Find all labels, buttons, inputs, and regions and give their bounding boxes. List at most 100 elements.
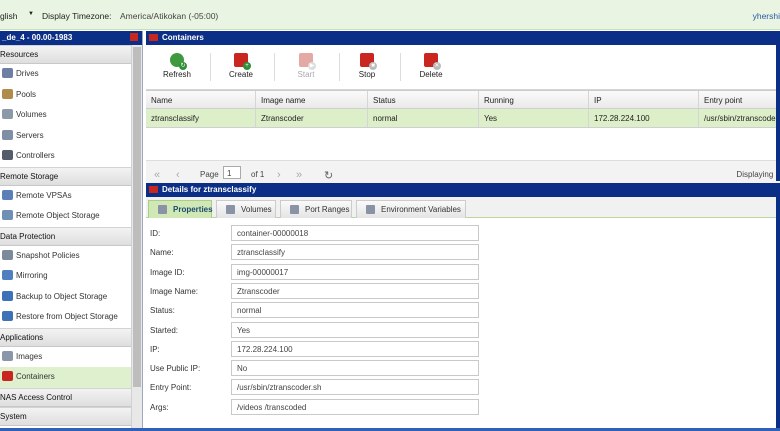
nav-item[interactable]: Mirroring (0, 266, 131, 287)
delete-button[interactable]: ✕ Delete (406, 53, 456, 79)
top-bar: glish ▼ Display Timezone: America/Atikok… (0, 0, 780, 30)
column-header[interactable]: Image name (256, 91, 368, 108)
remote-vpsa-icon (2, 189, 13, 200)
nav-item[interactable]: Controllers (0, 146, 131, 167)
property-value-field[interactable]: normal (231, 302, 479, 319)
property-label: Args: (150, 402, 169, 412)
right-edge-bar-lower (776, 183, 780, 428)
property-value-field[interactable]: Ztranscoder (231, 282, 479, 299)
prev-page-icon[interactable]: ‹ (176, 169, 180, 181)
stop-button[interactable]: ■ Stop (342, 53, 392, 79)
nav-item[interactable]: Drives (0, 64, 131, 85)
details-title: Details for ztransclassify (162, 185, 257, 194)
collapse-icon[interactable] (130, 33, 138, 41)
table-cell: /usr/sbin/ztranscoder.s (699, 109, 780, 127)
nav-scrollbar[interactable] (131, 45, 142, 431)
nav-item[interactable]: Restore from Object Storage (0, 307, 131, 328)
nav-item[interactable]: Pools (0, 85, 131, 106)
property-value-field[interactable]: Yes (231, 321, 479, 338)
nav-item[interactable]: Remote Object Storage (0, 206, 131, 227)
property-value-field[interactable]: /videos /transcoded (231, 398, 479, 415)
tab-environment-variables[interactable]: Environment Variables (356, 200, 466, 218)
create-icon: + (234, 53, 251, 70)
vpsa-name: _de_4 - 00.00-1983 (2, 33, 73, 42)
containers-panel: Containers ↻ Refresh + Create ▶ Start ■ Stop ✕ De… (146, 31, 780, 188)
user-link[interactable]: yhershi (753, 11, 780, 21)
containers-title: Containers (162, 33, 204, 42)
refresh-grid-icon[interactable]: ↻ (324, 169, 333, 182)
nav-section-header[interactable]: Resources (0, 45, 131, 64)
table-cell: Ztranscoder (256, 109, 368, 127)
property-value-field[interactable]: container-00000018 (231, 225, 479, 241)
nav-item[interactable]: Remote VPSAs (0, 186, 131, 207)
refresh-icon: ↻ (170, 53, 187, 70)
toolbar-separator (400, 53, 401, 81)
table-cell: ztransclassify (146, 109, 256, 127)
nav-section-header[interactable]: Applications (0, 327, 131, 347)
right-edge-bar (776, 31, 780, 181)
create-button[interactable]: + Create (216, 53, 266, 79)
column-header[interactable]: Entry point (699, 91, 780, 108)
nav-section-header[interactable]: NAS Access Control (0, 387, 131, 407)
nav-item-label: Snapshot Policies (16, 250, 80, 260)
property-label: Image Name: (150, 286, 199, 296)
tab-volumes[interactable]: Volumes (216, 200, 276, 218)
property-row: ID: container-00000018 (146, 225, 486, 242)
property-value-field[interactable]: img-00000017 (231, 263, 479, 280)
column-header[interactable]: Running (479, 91, 589, 108)
delete-icon: ✕ (424, 53, 441, 70)
start-button[interactable]: ▶ Start (281, 53, 331, 79)
property-value-field[interactable]: No (231, 360, 479, 377)
properties-icon (158, 205, 167, 214)
nav-item[interactable]: Volumes (0, 105, 131, 126)
navigation-panel: _de_4 - 00.00-1983 Resources Drives Pools V… (0, 31, 143, 431)
property-value-field[interactable]: /usr/sbin/ztranscoder.sh (231, 379, 479, 396)
toolbar-separator (274, 53, 275, 81)
property-row: Image Name: Ztranscoder (146, 282, 486, 300)
drive-icon (2, 68, 13, 78)
nav-item[interactable]: Snapshot Policies (0, 246, 131, 267)
nav-item[interactable]: Backup to Object Storage (0, 287, 131, 308)
last-page-icon[interactable]: » (296, 169, 302, 181)
chevron-down-icon[interactable]: ▼ (28, 11, 34, 17)
toolbar-label: Refresh (162, 70, 191, 79)
nav-item-label: Backup to Object Storage (16, 291, 108, 301)
property-label: IP: (150, 344, 160, 354)
timezone-label: Display Timezone: (42, 11, 112, 21)
next-page-icon[interactable]: › (277, 169, 281, 181)
property-value-field[interactable]: ztransclassify (231, 244, 479, 261)
property-label: Name: (150, 248, 174, 258)
column-header[interactable]: IP (589, 91, 699, 108)
toolbar-separator (210, 53, 211, 81)
page-count: of 1 (251, 170, 265, 179)
toolbar-label: Stop (358, 70, 376, 79)
page-input[interactable]: 1 (223, 166, 241, 179)
containers-toolbar: ↻ Refresh + Create ▶ Start ■ Stop ✕ Delete (146, 45, 780, 90)
column-header[interactable]: Name (146, 91, 256, 108)
nav-item-label: Restore from Object Storage (16, 312, 118, 321)
nav-section-header[interactable]: Remote Storage (0, 166, 131, 186)
column-header[interactable]: Status (368, 91, 479, 108)
nav-item[interactable]: Containers (0, 367, 131, 388)
property-row: Args: /videos /transcoded (146, 398, 486, 416)
property-row: Use Public IP: No (146, 360, 486, 377)
property-value-field[interactable]: 172.28.224.100 (231, 340, 479, 357)
nav-item[interactable]: Servers (0, 126, 131, 147)
property-label: Use Public IP: (150, 364, 201, 374)
first-page-icon[interactable]: « (154, 169, 160, 181)
tab-properties[interactable]: Properties (148, 200, 213, 218)
table-row[interactable]: ztransclassify Ztranscoder normal Yes 172.28… (146, 109, 780, 128)
nav-list: Resources Drives Pools Volumes Servers Contro… (0, 45, 142, 426)
volumes-tab-icon (226, 205, 235, 214)
language-selector[interactable]: glish (0, 11, 17, 21)
toolbar-label: Create (228, 70, 253, 79)
timezone-value[interactable]: America/Atikokan (-05:00) (120, 11, 218, 21)
tab-port-ranges[interactable]: Port Ranges (280, 200, 352, 218)
nav-section-header[interactable]: Data Protection (0, 226, 131, 246)
scrollbar-thumb[interactable] (133, 47, 141, 387)
nav-item[interactable]: Images (0, 347, 131, 368)
vpsa-title: _de_4 - 00.00-1983 (0, 31, 142, 45)
refresh-button[interactable]: ↻ Refresh (152, 53, 202, 79)
nav-section-header[interactable]: System (0, 406, 131, 426)
env-vars-icon (366, 205, 375, 214)
